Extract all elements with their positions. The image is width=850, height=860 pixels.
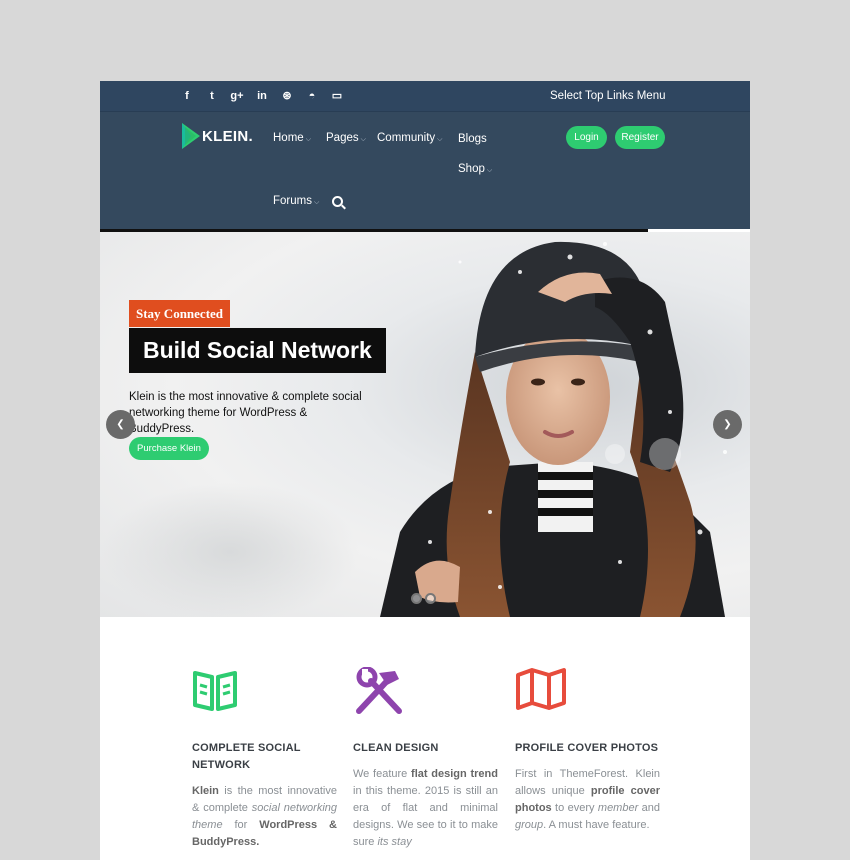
logo-text: KLEIN. (202, 127, 253, 145)
nav-forums-label: Forums (273, 195, 312, 207)
hero-badge: Stay Connected (129, 300, 231, 327)
klein-logo-icon (182, 123, 200, 149)
feature-title: CLEAN DESIGN (353, 742, 439, 754)
hero-woman-image (380, 241, 727, 617)
nav-shop[interactable]: Shop ⌵ (458, 163, 492, 175)
nav-blogs-label: Blogs (458, 133, 487, 145)
search-icon[interactable] (332, 196, 343, 207)
chevron-down-icon: ⌵ (305, 136, 311, 143)
twitter-icon[interactable]: t (205, 89, 219, 103)
feature-text: First in ThemeForest. Klein allows uniqu… (515, 768, 660, 831)
main-navbar: KLEIN. Home ⌵ Pages ⌵ Community ⌵ Blogs Sho… (100, 112, 750, 229)
features-section: COMPLETE SOCIAL NETWORK Klein is the mos… (100, 617, 750, 860)
slider-dots (411, 593, 436, 604)
purchase-button[interactable]: Purchase Klein (129, 437, 209, 460)
slider-prev-button[interactable]: ❮ (106, 410, 135, 439)
site-logo[interactable]: KLEIN. (182, 123, 253, 149)
google-plus-icon[interactable]: g+ (230, 89, 244, 103)
social-links: f t g+ in ⊛ ◓ ▭ (180, 89, 344, 103)
chevron-down-icon: ⌵ (486, 167, 493, 174)
page-frame: f t g+ in ⊛ ◓ ▭ Select Top Links Menu KL… (100, 81, 750, 860)
feature-text: We feature flat design trend in this the… (353, 768, 498, 848)
open-book-icon (192, 667, 337, 717)
top-bar: f t g+ in ⊛ ◓ ▭ Select Top Links Menu (100, 81, 750, 112)
slider-dot[interactable] (425, 593, 436, 604)
feature-title: PROFILE COVER PHOTOS (515, 742, 659, 754)
login-button[interactable]: Login (566, 126, 607, 149)
feature-text: Klein is the most innovative & complete … (192, 785, 338, 848)
feature-complete-social-network: COMPLETE SOCIAL NETWORK Klein is the mos… (192, 667, 337, 851)
nav-blogs[interactable]: Blogs (458, 133, 487, 145)
slider-next-button[interactable]: ❯ (713, 410, 742, 439)
top-links-menu[interactable]: Select Top Links Menu (550, 90, 666, 102)
github-icon[interactable]: ◓ (305, 89, 319, 103)
feature-clean-design: CLEAN DESIGN We feature flat design tren… (353, 666, 498, 851)
nav-home-label: Home (273, 132, 304, 144)
register-button[interactable]: Register (615, 126, 665, 149)
map-icon (515, 667, 660, 717)
hero-description: Klein is the most innovative & complete … (129, 391, 362, 435)
chevron-down-icon: ⌵ (437, 136, 443, 143)
nav-community[interactable]: Community ⌵ (377, 132, 442, 144)
twitch-icon[interactable]: ▭ (330, 89, 344, 103)
nav-forums[interactable]: Forums ⌵ (273, 195, 319, 207)
hero-headline: Build Social Network (129, 328, 386, 373)
linkedin-icon[interactable]: in (255, 89, 269, 103)
chevron-down-icon: ⌵ (360, 136, 366, 143)
hammer-wrench-icon (353, 666, 498, 717)
hero-background-blur (100, 482, 360, 617)
nav-community-label: Community (377, 132, 436, 144)
nav-pages[interactable]: Pages ⌵ (326, 132, 366, 144)
facebook-icon[interactable]: f (180, 89, 194, 103)
nav-home[interactable]: Home ⌵ (273, 132, 311, 144)
hero-slider: Stay Connected Build Social Network Klei… (100, 232, 750, 617)
dribbble-icon[interactable]: ⊛ (280, 89, 294, 103)
nav-shop-label: Shop (458, 163, 485, 175)
nav-pages-label: Pages (326, 132, 359, 144)
slider-dot[interactable] (411, 593, 422, 604)
feature-title: COMPLETE SOCIAL NETWORK (192, 742, 301, 771)
feature-profile-cover-photos: PROFILE COVER PHOTOS First in ThemeFores… (515, 667, 660, 834)
chevron-down-icon: ⌵ (313, 199, 320, 206)
